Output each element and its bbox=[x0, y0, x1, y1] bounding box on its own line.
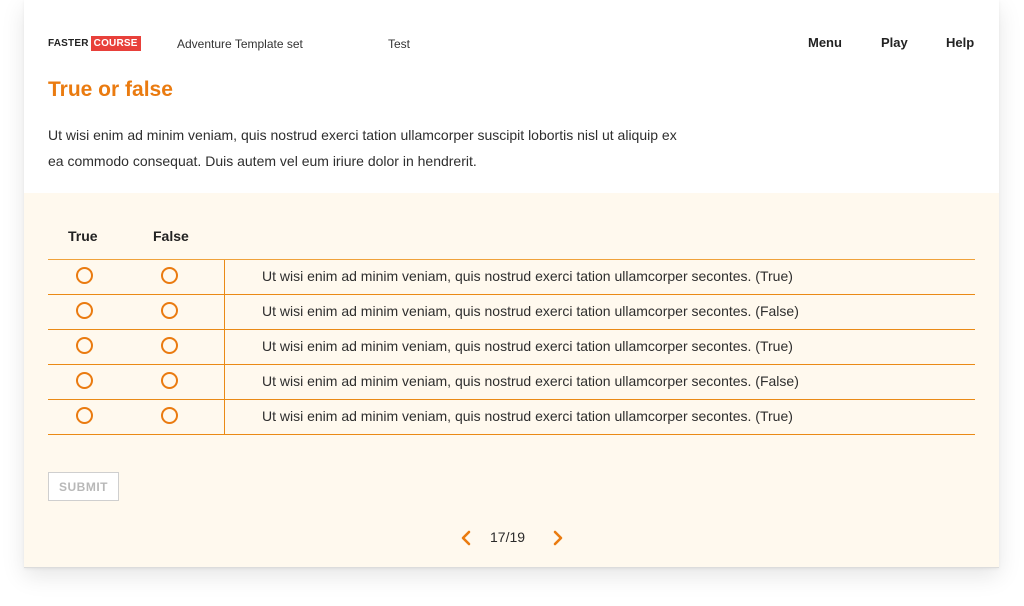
column-header-false: False bbox=[153, 228, 189, 244]
statement-row: Ut wisi enim ad minim veniam, quis nostr… bbox=[48, 295, 975, 330]
true-radio[interactable] bbox=[76, 302, 93, 319]
quiz-area: True False Ut wisi enim ad minim veniam,… bbox=[24, 193, 999, 567]
false-radio[interactable] bbox=[161, 267, 178, 284]
help-link[interactable]: Help bbox=[946, 35, 974, 50]
true-radio[interactable] bbox=[76, 407, 93, 424]
column-divider bbox=[224, 330, 225, 365]
logo-text-course: COURSE bbox=[90, 36, 141, 51]
course-name: Test bbox=[388, 37, 411, 51]
true-radio[interactable] bbox=[76, 372, 93, 389]
false-radio[interactable] bbox=[161, 372, 178, 389]
column-divider bbox=[224, 295, 225, 330]
logo-text-faster: FASTER bbox=[48, 38, 89, 49]
chevron-right-icon[interactable] bbox=[550, 530, 566, 546]
true-radio[interactable] bbox=[76, 267, 93, 284]
statement-row: Ut wisi enim ad minim veniam, quis nostr… bbox=[48, 260, 975, 295]
statement-row: Ut wisi enim ad minim veniam, quis nostr… bbox=[48, 365, 975, 400]
statement-text: Ut wisi enim ad minim veniam, quis nostr… bbox=[262, 303, 799, 319]
statement-text: Ut wisi enim ad minim veniam, quis nostr… bbox=[262, 373, 799, 389]
play-link[interactable]: Play bbox=[881, 35, 908, 50]
statement-text: Ut wisi enim ad minim veniam, quis nostr… bbox=[262, 408, 793, 424]
chevron-left-icon[interactable] bbox=[458, 530, 474, 546]
column-divider bbox=[224, 260, 225, 295]
course-frame: FASTER COURSE Adventure Template set Tes… bbox=[24, 0, 999, 568]
false-radio[interactable] bbox=[161, 337, 178, 354]
false-radio[interactable] bbox=[161, 302, 178, 319]
true-radio[interactable] bbox=[76, 337, 93, 354]
page-title: True or false bbox=[48, 78, 173, 101]
menu-link[interactable]: Menu bbox=[808, 35, 842, 50]
column-divider bbox=[224, 400, 225, 435]
statement-row: Ut wisi enim ad minim veniam, quis nostr… bbox=[48, 330, 975, 365]
statement-row: Ut wisi enim ad minim veniam, quis nostr… bbox=[48, 400, 975, 435]
statement-table: Ut wisi enim ad minim veniam, quis nostr… bbox=[48, 259, 975, 435]
statement-text: Ut wisi enim ad minim veniam, quis nostr… bbox=[262, 338, 793, 354]
pagination: 17/19 bbox=[454, 528, 574, 548]
top-bar: FASTER COURSE Adventure Template set Tes… bbox=[24, 0, 999, 62]
template-name: Adventure Template set bbox=[177, 37, 303, 51]
column-divider bbox=[224, 365, 225, 400]
fastercourse-logo: FASTER COURSE bbox=[48, 36, 141, 51]
column-header-true: True bbox=[68, 228, 98, 244]
statement-text: Ut wisi enim ad minim veniam, quis nostr… bbox=[262, 268, 793, 284]
false-radio[interactable] bbox=[161, 407, 178, 424]
intro-text: Ut wisi enim ad minim veniam, quis nostr… bbox=[48, 127, 677, 169]
page-counter: 17/19 bbox=[490, 529, 526, 545]
submit-button[interactable]: SUBMIT bbox=[48, 472, 119, 501]
